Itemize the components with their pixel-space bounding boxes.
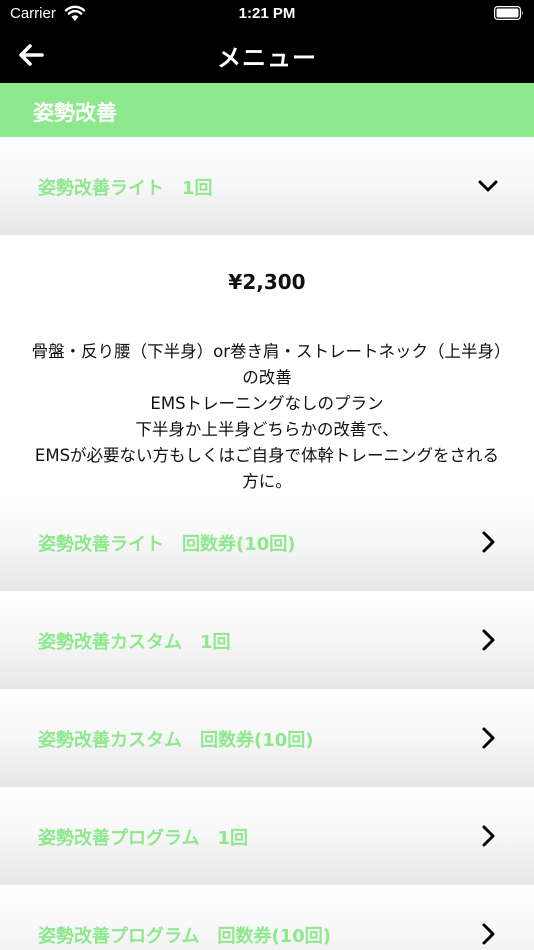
section-title: 姿勢改善	[33, 101, 117, 125]
menu-item-detail: ¥2,300 骨盤・反り腰（下半身）or巻き肩・ストレートネック（上半身）の改善…	[0, 235, 534, 493]
menu-item-label: 姿勢改善カスタム 回数券(10回)	[38, 730, 314, 751]
menu-item[interactable]: 姿勢改善プログラム 回数券(10回)	[0, 885, 534, 950]
chevron-right-icon	[482, 727, 495, 749]
menu-item-expanded[interactable]: 姿勢改善ライト 1回	[0, 137, 534, 235]
menu-item-label: 姿勢改善ライト 1回	[38, 178, 213, 199]
description: 骨盤・反り腰（下半身）or巻き肩・ストレートネック（上半身）の改善 EMSトレー…	[31, 342, 503, 491]
menu-item-label: 姿勢改善ライト 回数券(10回)	[38, 534, 296, 555]
clock: 1:21 PM	[238, 5, 296, 22]
menu-item[interactable]: 姿勢改善カスタム 1回	[0, 591, 534, 689]
menu-item-label: 姿勢改善カスタム 1回	[38, 632, 231, 653]
chevron-right-icon	[482, 923, 495, 945]
menu-item[interactable]: 姿勢改善ライト 回数券(10回)	[0, 493, 534, 591]
chevron-right-icon	[482, 531, 495, 553]
top-bar: Carrier 1:21 PM メニュー	[0, 0, 534, 83]
menu-item[interactable]: 姿勢改善カスタム 回数券(10回)	[0, 689, 534, 787]
section-header: 姿勢改善	[0, 83, 534, 137]
page-title: メニュー	[217, 44, 317, 72]
chevron-right-icon	[482, 825, 495, 847]
menu-item-label: 姿勢改善プログラム 回数券(10回)	[38, 926, 331, 947]
battery-icon	[494, 6, 523, 20]
menu-item[interactable]: 姿勢改善プログラム 1回	[0, 787, 534, 885]
chevron-down-icon	[478, 180, 498, 192]
status-bar: Carrier 1:21 PM	[0, 0, 534, 28]
screen: Carrier 1:21 PM メニュー 姿勢改善 姿勢改善ライト 1回 ¥2,…	[0, 0, 534, 950]
price: ¥2,300	[228, 270, 306, 294]
chevron-right-icon	[482, 629, 495, 651]
menu-item-label: 姿勢改善プログラム 1回	[38, 828, 248, 849]
